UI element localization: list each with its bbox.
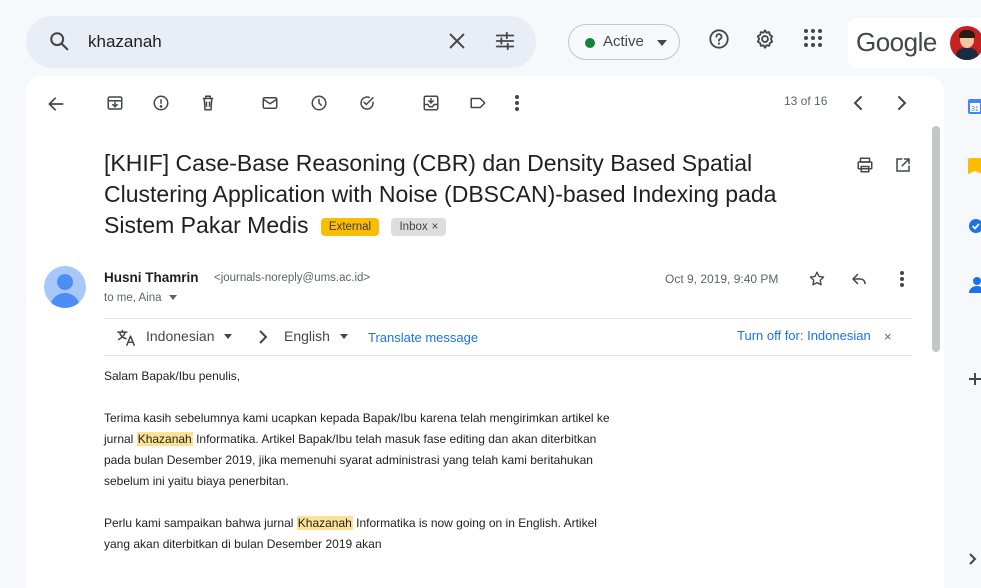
delete-trash-icon[interactable] [199,94,217,112]
snooze-clock-icon[interactable] [310,94,328,112]
calendar-icon[interactable]: 31 [968,98,981,114]
reply-icon[interactable] [850,270,868,288]
source-language-dropdown[interactable]: Indonesian [146,328,233,344]
tasks-icon[interactable] [968,218,981,234]
target-language-label: English [284,328,330,344]
message-pager: 13 of 16 [784,94,828,108]
help-icon[interactable] [708,28,730,50]
sender-name[interactable]: Husni Thamrin [104,270,199,285]
external-label-badge: External [320,218,380,236]
translate-icon [116,328,136,346]
inbox-label-badge[interactable]: Inbox × [391,218,447,236]
target-language-dropdown[interactable]: English [284,328,348,344]
archive-icon[interactable] [106,94,124,112]
account-avatar[interactable] [950,26,981,60]
active-status-dot [585,38,595,48]
target-language-chevron-icon [339,334,348,339]
search-bar[interactable]: khazanah [26,16,536,68]
search-input[interactable]: khazanah [88,32,162,52]
move-to-icon[interactable] [422,94,440,112]
open-new-window-icon[interactable] [894,156,912,174]
translate-bar: Indonesian English Translate message Tur… [104,318,912,356]
turn-off-translation-link[interactable]: Turn off for: Indonesian [737,328,871,343]
recipients-text: to me, Aina [104,292,162,304]
add-to-tasks-icon[interactable] [357,94,377,112]
sender-avatar[interactable] [44,266,86,308]
print-icon[interactable] [856,156,874,174]
account-area: Google [848,18,981,68]
clear-search-icon[interactable] [446,30,468,52]
chevron-right-icon[interactable] [896,94,908,112]
contacts-icon[interactable] [968,276,981,294]
more-vertical-icon[interactable] [514,94,520,112]
body-paragraph-1: Terima kasih sebelumnya kami ucapkan kep… [104,411,610,488]
body-paragraph-2: Perlu kami sampaikan bahwa jurnal Khazan… [104,516,597,551]
recipients-chevron-down-icon [168,295,177,300]
svg-text:31: 31 [971,106,979,113]
greeting-paragraph: Salam Bapak/Ibu penulis, [104,369,241,383]
search-highlight: Khazanah [296,516,353,530]
more-options-icon[interactable] [899,270,905,288]
mark-unread-mail-icon[interactable] [260,94,280,112]
status-label: Active [603,33,644,50]
show-side-panel-chevron-icon[interactable] [968,552,978,566]
star-icon[interactable] [808,270,826,288]
keep-icon[interactable] [968,158,981,176]
back-arrow-icon[interactable] [46,94,66,114]
side-panel-rail: 31 [960,76,981,588]
apps-grid-icon[interactable] [803,28,823,48]
chevron-down-icon [657,40,667,46]
email-date: Oct 9, 2019, 9:40 PM [665,272,779,286]
email-body: Salam Bapak/Ibu penulis, Terima kasih se… [104,366,624,576]
search-highlight: Khazanah [136,432,193,446]
close-translate-icon[interactable]: × [884,329,892,344]
recipients-details[interactable]: to me, Aina [104,292,177,304]
scrollbar[interactable] [932,126,940,352]
source-language-label: Indonesian [146,328,215,344]
chevron-left-icon[interactable] [852,94,864,112]
settings-gear-icon[interactable] [754,28,776,50]
search-options-icon[interactable] [494,30,516,52]
inbox-label-text: Inbox [399,221,428,233]
label-tag-icon[interactable] [468,94,488,112]
translate-message-link[interactable]: Translate message [368,330,478,345]
report-spam-icon[interactable] [152,94,170,112]
email-subject: [KHIF] Case-Base Reasoning (CBR) dan Den… [104,148,824,241]
google-logo[interactable]: Google [856,27,937,58]
arrow-right-icon [258,330,268,344]
remove-label-icon[interactable]: × [432,221,439,233]
add-addon-icon[interactable] [968,372,981,386]
search-icon[interactable] [48,30,70,52]
message-view: 13 of 16 [KHIF] Case-Base Reasoning (CBR… [26,76,944,588]
status-dropdown[interactable]: Active [568,24,680,60]
source-language-chevron-icon [224,334,233,339]
sender-email: <journals-noreply@ums.ac.id> [214,272,371,284]
